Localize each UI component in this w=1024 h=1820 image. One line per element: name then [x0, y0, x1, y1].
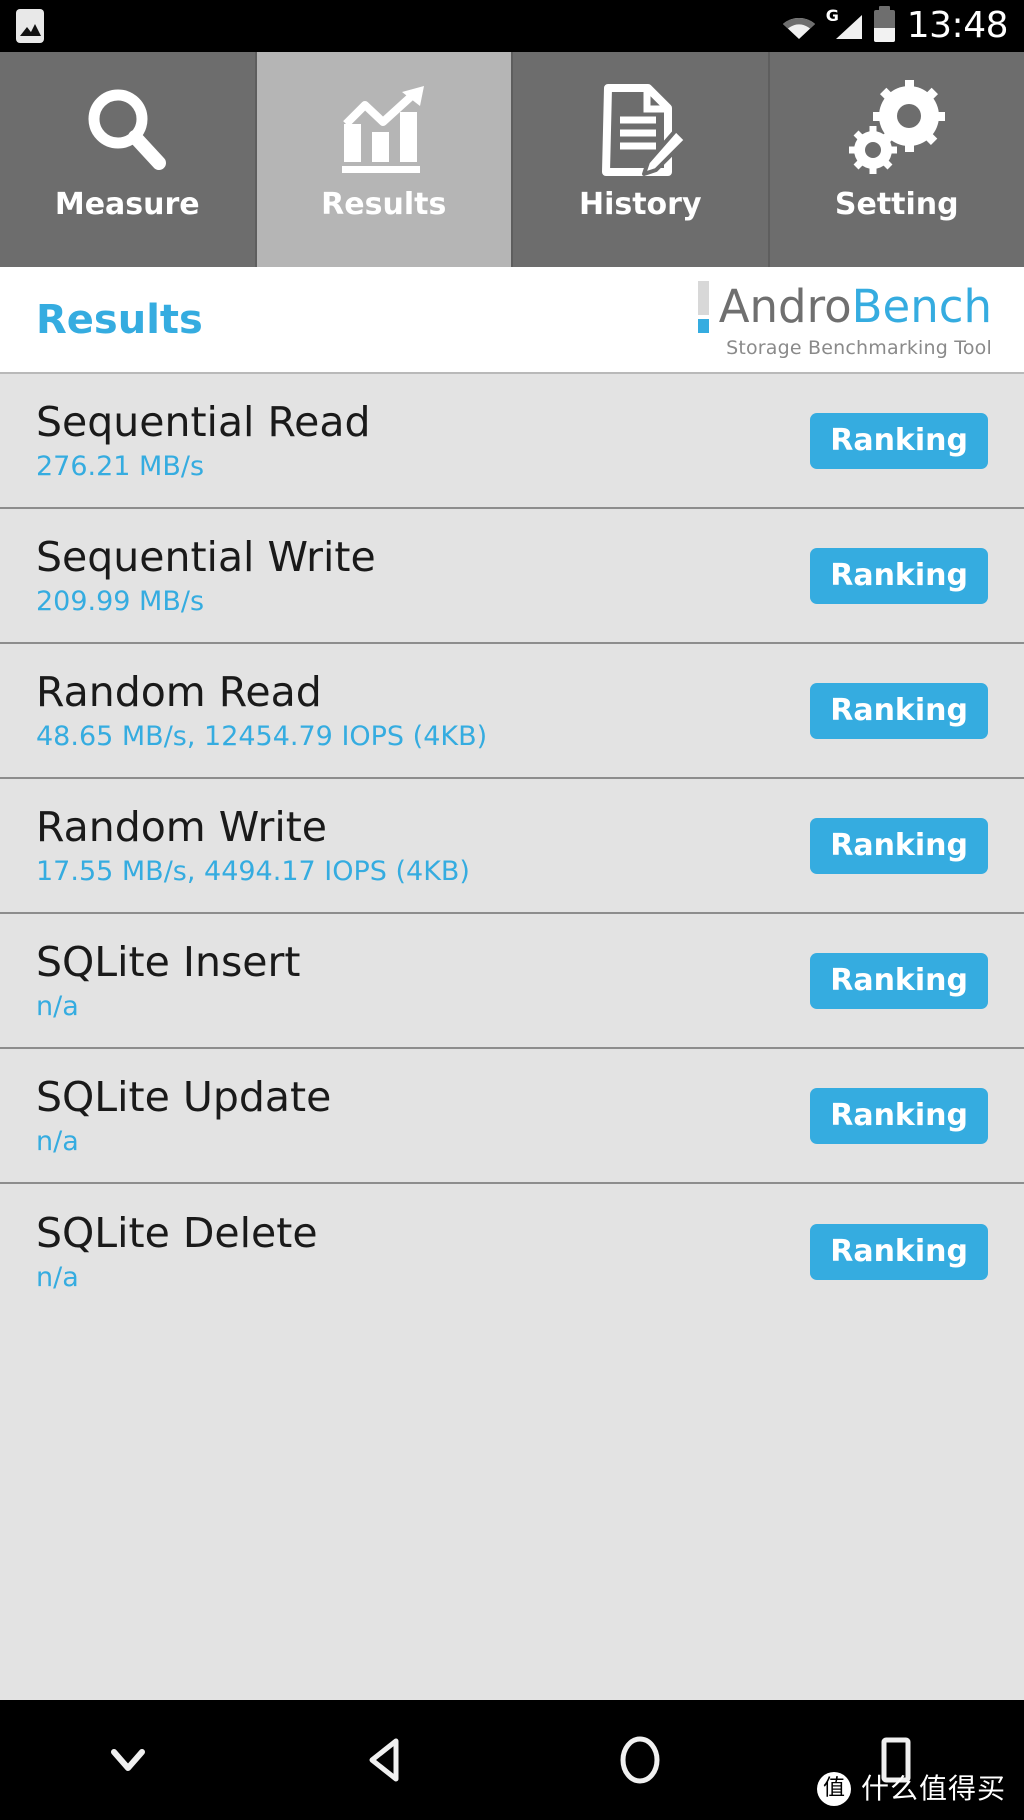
triangle-back-icon [369, 1738, 399, 1782]
tab-results[interactable]: Results [256, 52, 513, 267]
logo-tagline: Storage Benchmarking Tool [726, 336, 992, 359]
watermark: 值 什么值得买 [816, 1772, 1006, 1806]
tab-results-label: Results [321, 187, 447, 222]
battery-icon [873, 6, 895, 42]
row-text: Random Write 17.55 MB/s, 4494.17 IOPS (4… [36, 803, 470, 887]
results-list: Sequential Read 276.21 MB/s Ranking Sequ… [0, 374, 1024, 1700]
chevron-down-icon [111, 1749, 145, 1771]
signal-icon: G [826, 8, 862, 41]
signal-bars [835, 15, 862, 39]
page-title: Results [36, 296, 203, 343]
table-row[interactable]: Random Read 48.65 MB/s, 12454.79 IOPS (4… [0, 644, 1024, 779]
ranking-button[interactable]: Ranking [810, 412, 988, 469]
ranking-button[interactable]: Ranking [810, 1087, 988, 1144]
tab-history[interactable]: History [513, 52, 770, 267]
bar-chart-icon [334, 76, 434, 184]
table-row[interactable]: Random Write 17.55 MB/s, 4494.17 IOPS (4… [0, 779, 1024, 914]
table-row[interactable]: Sequential Read 276.21 MB/s Ranking [0, 374, 1024, 509]
row-title: Random Read [36, 668, 322, 717]
logo-text-bench: Bench [851, 280, 992, 333]
row-title: Sequential Read [36, 398, 371, 447]
watermark-text: 什么值得买 [860, 1772, 1006, 1805]
ranking-button[interactable]: Ranking [810, 682, 988, 739]
tab-measure[interactable]: Measure [0, 52, 257, 267]
logo-wordmark: Andro Bench [697, 280, 992, 333]
row-value: n/a [36, 990, 79, 1022]
watermark-badge: 值 [816, 1772, 851, 1806]
system-nav-bar: 值 什么值得买 [0, 1700, 1024, 1820]
gears-icon [847, 76, 947, 184]
document-pen-icon [590, 76, 690, 184]
row-title: Sequential Write [36, 533, 376, 582]
logo-text-andro: Andro [718, 280, 852, 333]
row-value: 48.65 MB/s, 12454.79 IOPS (4KB) [36, 720, 488, 752]
hide-keyboard-button[interactable] [0, 1700, 256, 1820]
home-button[interactable] [512, 1700, 768, 1820]
app-header: Results Andro Bench Storage Benchmarking… [0, 267, 1024, 374]
table-row[interactable]: SQLite Delete n/a Ranking [0, 1184, 1024, 1319]
row-text: SQLite Update n/a [36, 1073, 332, 1157]
row-value: 17.55 MB/s, 4494.17 IOPS (4KB) [36, 855, 470, 887]
gallery-icon [16, 9, 44, 43]
table-row[interactable]: SQLite Update n/a Ranking [0, 1049, 1024, 1184]
ranking-button[interactable]: Ranking [810, 817, 988, 874]
wifi-icon [782, 18, 815, 39]
row-text: Sequential Read 276.21 MB/s [36, 398, 371, 482]
row-title: SQLite Insert [36, 938, 301, 987]
row-text: SQLite Insert n/a [36, 938, 301, 1022]
tab-history-label: History [578, 187, 702, 222]
battery-fill [873, 27, 895, 42]
row-value: n/a [36, 1125, 79, 1157]
row-text: SQLite Delete n/a [36, 1209, 318, 1293]
ranking-button[interactable]: Ranking [810, 1223, 988, 1280]
logo-bars-icon [697, 280, 709, 333]
row-title: Random Write [36, 803, 328, 852]
tab-setting-label: Setting [834, 187, 959, 222]
ranking-button[interactable]: Ranking [810, 547, 988, 604]
status-bar-left [16, 9, 44, 43]
row-value: 276.21 MB/s [36, 450, 205, 482]
table-row[interactable]: Sequential Write 209.99 MB/s Ranking [0, 509, 1024, 644]
row-title: SQLite Update [36, 1073, 332, 1122]
tab-setting[interactable]: Setting [769, 52, 1024, 267]
status-bar: G 13:48 [0, 0, 1024, 52]
magnifier-icon [77, 76, 177, 184]
row-value: n/a [36, 1261, 79, 1293]
tab-measure-label: Measure [54, 187, 200, 222]
status-bar-right: G 13:48 [782, 5, 1009, 46]
back-button[interactable] [256, 1700, 512, 1820]
row-text: Sequential Write 209.99 MB/s [36, 533, 376, 617]
tab-bar: Measure Results History Setting [0, 52, 1024, 267]
table-row[interactable]: SQLite Insert n/a Ranking [0, 914, 1024, 1049]
logo-bar-blue [697, 318, 709, 333]
logo-bar-gray [697, 280, 709, 315]
phone-screen: G 13:48 Measure Results History Setting … [0, 0, 1024, 1820]
row-value: 209.99 MB/s [36, 585, 205, 617]
status-bar-clock: 13:48 [906, 5, 1009, 46]
ranking-button[interactable]: Ranking [810, 952, 988, 1009]
row-text: Random Read 48.65 MB/s, 12454.79 IOPS (4… [36, 668, 488, 752]
circle-home-icon [620, 1736, 660, 1784]
androbench-logo: Andro Bench Storage Benchmarking Tool [697, 280, 992, 359]
row-title: SQLite Delete [36, 1209, 318, 1258]
